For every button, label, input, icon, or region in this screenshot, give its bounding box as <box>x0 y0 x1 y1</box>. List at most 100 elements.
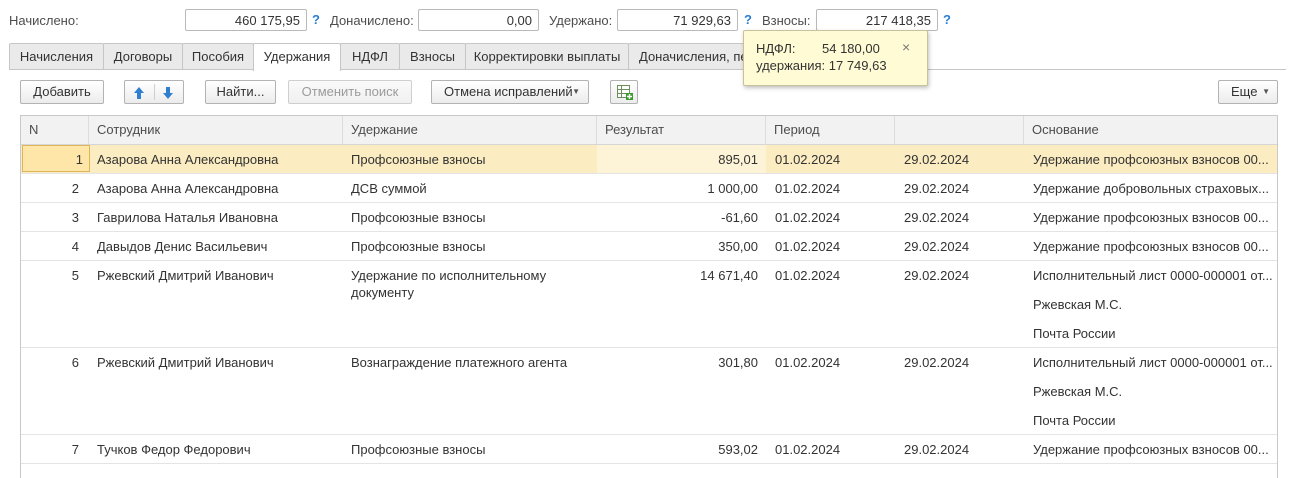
cell-period-end[interactable]: 29.02.2024 <box>904 232 1019 255</box>
col-period-end[interactable] <box>895 116 1024 144</box>
cell-period-start[interactable]: 01.02.2024 <box>775 232 890 255</box>
tooltip-ndfl-label: НДФЛ: <box>756 41 796 56</box>
tab-ndfl[interactable]: НДФЛ <box>340 43 400 69</box>
tab-korrektirovki[interactable]: Корректировки выплаты <box>465 43 629 69</box>
cell-employee[interactable]: Давыдов Денис Васильевич <box>97 232 341 255</box>
cell-basis[interactable]: Удержание профсоюзных взносов 00... <box>1033 435 1273 458</box>
col-period[interactable]: Период <box>766 116 895 144</box>
cell-employee[interactable]: Гаврилова Наталья Ивановна <box>97 203 341 226</box>
cell-employee[interactable]: Азарова Анна Александровна <box>97 174 341 197</box>
cell-basis[interactable]: Ржевская М.С. <box>1033 290 1273 313</box>
table-row[interactable]: 6 Ржевский Дмитрий Иванович Вознаграждение… <box>21 348 1277 435</box>
cell-n[interactable]: 2 <box>21 174 79 197</box>
find-button[interactable]: Найти... <box>205 80 276 104</box>
cell-period-start[interactable]: 01.02.2024 <box>775 348 890 371</box>
table-row[interactable]: 2 Азарова Анна Александровна ДСВ суммой 1 0… <box>21 174 1277 203</box>
cell-period-start[interactable]: 01.02.2024 <box>775 174 890 197</box>
move-buttons <box>124 80 184 104</box>
cell-basis[interactable]: Ржевская М.С. <box>1033 377 1273 400</box>
col-basis[interactable]: Основание <box>1024 116 1277 144</box>
tab-nachisleniya[interactable]: Начисления <box>9 43 104 69</box>
arrow-up-icon[interactable] <box>133 85 145 99</box>
col-deduction[interactable]: Удержание <box>343 116 597 144</box>
table-row[interactable]: 3 Гаврилова Наталья Ивановна Профсоюзные в… <box>21 203 1277 232</box>
cell-basis[interactable]: Удержание добровольных страховых... <box>1033 174 1273 197</box>
add-button[interactable]: Добавить <box>20 80 104 104</box>
cell-employee[interactable]: Ржевский Дмитрий Иванович <box>97 261 341 284</box>
donachisleno-label: Доначислено: <box>330 13 414 28</box>
cell-result[interactable]: 593,02 <box>605 435 758 458</box>
uderzhano-help-icon[interactable]: ? <box>744 12 752 27</box>
col-result[interactable]: Результат <box>597 116 766 144</box>
tab-dogovory[interactable]: Договоры <box>103 43 183 69</box>
cell-deduction[interactable]: Вознаграждение платежного агента <box>351 348 591 371</box>
cell-result[interactable]: 1 000,00 <box>605 174 758 197</box>
cell-basis[interactable]: Удержание профсоюзных взносов 00... <box>1033 232 1273 255</box>
cell-deduction[interactable]: ДСВ суммой <box>351 174 591 197</box>
cell-employee[interactable]: Ржевский Дмитрий Иванович <box>97 348 341 371</box>
chevron-down-icon: ▼ <box>572 87 580 96</box>
cell-basis[interactable]: Исполнительный лист 0000-000001 от... <box>1033 348 1273 371</box>
table-row[interactable]: 5 Ржевский Дмитрий Иванович Удержание по и… <box>21 261 1277 348</box>
cell-period-end[interactable]: 29.02.2024 <box>904 348 1019 371</box>
cell-period-end[interactable]: 29.02.2024 <box>904 174 1019 197</box>
cell-deduction[interactable]: Профсоюзные взносы <box>351 203 591 226</box>
cell-period-start[interactable]: 01.02.2024 <box>775 145 890 168</box>
tab-vznosy[interactable]: Взносы <box>399 43 466 69</box>
cell-n[interactable]: 5 <box>21 261 79 284</box>
arrow-down-icon[interactable] <box>162 85 174 99</box>
cell-n[interactable]: 4 <box>21 232 79 255</box>
cell-result[interactable]: 301,80 <box>605 348 758 371</box>
cell-basis[interactable]: Почта России <box>1033 406 1273 429</box>
cell-deduction[interactable]: документу <box>351 278 591 301</box>
cell-period-start[interactable]: 01.02.2024 <box>775 261 890 284</box>
cell-period-end[interactable]: 29.02.2024 <box>904 261 1019 284</box>
cell-n[interactable]: 7 <box>21 435 79 458</box>
cell-employee[interactable]: Азарова Анна Александровна <box>97 145 341 168</box>
col-employee[interactable]: Сотрудник <box>89 116 343 144</box>
tab-donachisleniya[interactable]: Доначисления, перерасчеты <box>628 43 752 69</box>
table-row[interactable]: 7 Тучков Федор Федорович Профсоюзные взнос… <box>21 435 1277 464</box>
cell-result[interactable]: 895,01 <box>605 145 758 168</box>
vznosy-field[interactable]: 217 418,35 <box>816 9 938 31</box>
cell-result[interactable]: 14 671,40 <box>605 261 758 284</box>
cell-employee[interactable]: Тучков Федор Федорович <box>97 435 341 458</box>
cell-deduction[interactable]: Профсоюзные взносы <box>351 232 591 255</box>
tooltip-close-icon[interactable]: × <box>902 39 910 55</box>
nachisleno-field[interactable]: 460 175,95 <box>185 9 307 31</box>
cell-result[interactable]: 350,00 <box>605 232 758 255</box>
spreadsheet-add-icon <box>617 85 633 107</box>
cell-period-start[interactable]: 01.02.2024 <box>775 435 890 458</box>
table-row[interactable]: 4 Давыдов Денис Васильевич Профсоюзные взн… <box>21 232 1277 261</box>
cell-period-end[interactable]: 29.02.2024 <box>904 203 1019 226</box>
cell-basis[interactable]: Исполнительный лист 0000-000001 от... <box>1033 261 1273 284</box>
uderzhano-label: Удержано: <box>549 13 613 28</box>
tab-posobiya[interactable]: Пособия <box>182 43 254 69</box>
spreadsheet-add-button[interactable] <box>610 80 638 104</box>
cell-deduction[interactable]: Профсоюзные взносы <box>351 435 591 458</box>
more-button[interactable]: Еще ▼ <box>1218 80 1278 104</box>
cancel-fixes-button[interactable]: Отмена исправлений ▼ <box>431 80 589 104</box>
cell-n[interactable]: 1 <box>22 145 90 172</box>
vznosy-help-icon[interactable]: ? <box>943 12 951 27</box>
cell-result[interactable]: -61,60 <box>605 203 758 226</box>
cell-basis[interactable]: Удержание профсоюзных взносов 00... <box>1033 145 1273 168</box>
tooltip-deduction-line: удержания: 17 749,63 <box>756 58 887 73</box>
cell-basis[interactable]: Удержание профсоюзных взносов 00... <box>1033 203 1273 226</box>
cell-period-end[interactable]: 29.02.2024 <box>904 435 1019 458</box>
nachisleno-help-icon[interactable]: ? <box>312 12 320 27</box>
cancel-search-button[interactable]: Отменить поиск <box>288 80 412 104</box>
tooltip-ndfl-value: 54 180,00 <box>822 41 880 56</box>
cell-period-end[interactable]: 29.02.2024 <box>904 145 1019 168</box>
donachisleno-field[interactable]: 0,00 <box>418 9 539 31</box>
tab-uderzhaniya[interactable]: Удержания <box>253 43 341 71</box>
cell-basis[interactable]: Почта России <box>1033 319 1273 342</box>
uderzhano-field[interactable]: 71 929,63 <box>617 9 738 31</box>
col-n[interactable]: N <box>21 116 89 144</box>
cell-n[interactable]: 6 <box>21 348 79 371</box>
deductions-table: N Сотрудник Удержание Результат Период О… <box>20 115 1278 478</box>
cell-period-start[interactable]: 01.02.2024 <box>775 203 890 226</box>
cell-n[interactable]: 3 <box>21 203 79 226</box>
table-row[interactable]: 1 Азарова Анна Александровна Профсоюзные в… <box>21 145 1277 174</box>
cell-deduction[interactable]: Профсоюзные взносы <box>351 145 591 168</box>
